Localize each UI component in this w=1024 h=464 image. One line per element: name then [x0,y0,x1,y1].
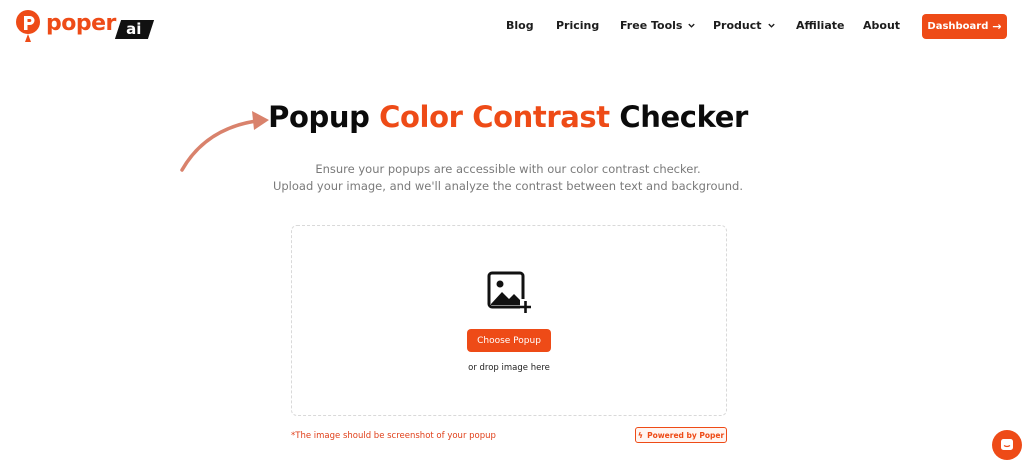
nav-item-about[interactable]: About [863,19,900,32]
chat-icon [1001,439,1013,450]
dashboard-button-label: Dashboard [927,21,989,32]
arrow-right-icon: → [992,20,1002,33]
chevron-down-icon [688,23,696,28]
nav-item-label: Blog [506,19,534,32]
subtitle-line2: Upload your image, and we'll analyze the… [272,179,744,193]
powered-by-badge[interactable]: ϟ Powered by Poper [635,427,727,443]
nav-item-affiliate[interactable]: Affiliate [796,19,844,32]
nav-item-pricing[interactable]: Pricing [556,19,599,32]
nav-item-label: Product [713,19,762,32]
title-part2: Checker [609,100,748,134]
chevron-down-icon [767,23,775,28]
nav-item-blog[interactable]: Blog [506,19,534,32]
main-nav: Blog Pricing Free Tools Product Affiliat… [0,19,1024,37]
nav-item-free-tools[interactable]: Free Tools [620,19,696,32]
nav-item-label: Free Tools [620,19,683,32]
bolt-icon: ϟ [637,430,644,440]
dashboard-button[interactable]: Dashboard → [922,14,1007,39]
subtitle-line1: Ensure your popups are accessible with o… [315,162,701,176]
image-add-icon [487,271,531,313]
image-dropzone[interactable]: Choose Popup or drop image here [291,225,727,416]
nav-item-label: Affiliate [796,19,845,32]
title-accent: Color Contrast [379,100,610,134]
choose-popup-label: Choose Popup [477,335,541,346]
nav-item-label: About [863,19,901,32]
site-header: poper ai Blog Pricing Free Tools Product… [0,0,1024,54]
title-part1: Popup [268,100,380,134]
drop-hint-text: or drop image here [468,363,550,373]
upload-note: *The image should be screenshot of your … [291,431,496,441]
powered-by-label: Powered by Poper [647,430,725,440]
nav-item-label: Pricing [556,19,600,32]
nav-item-product[interactable]: Product [713,19,776,32]
choose-popup-button[interactable]: Choose Popup [467,329,551,352]
chat-launcher-button[interactable] [992,430,1022,460]
page-title: Popup Color Contrast Checker [0,100,1016,134]
